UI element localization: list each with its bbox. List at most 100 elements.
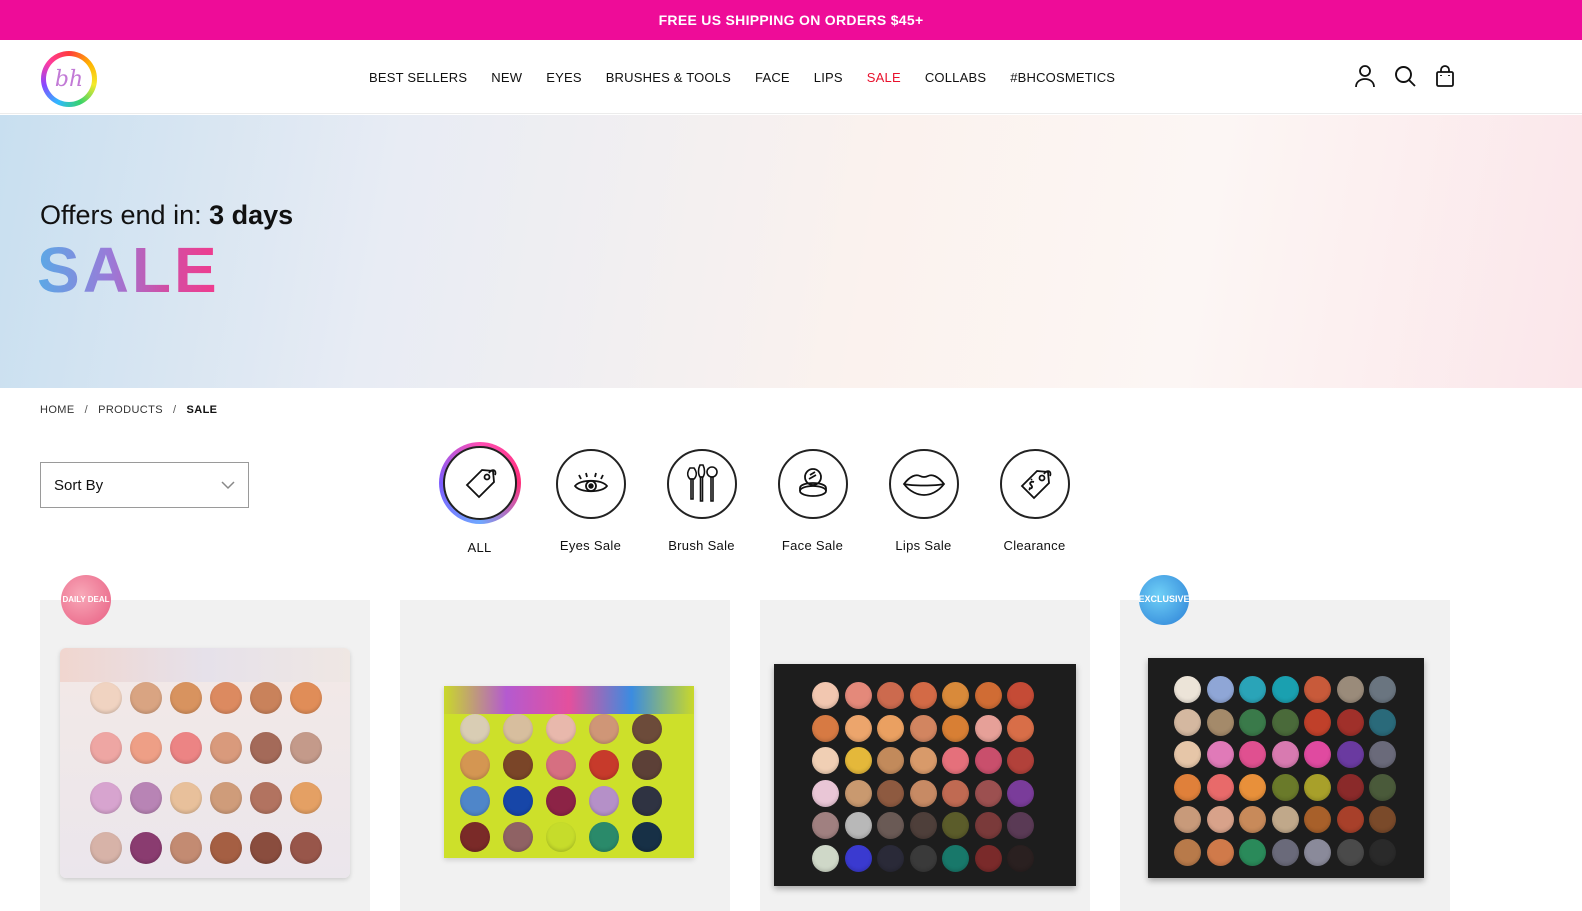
- eyeshadow-pan: [1174, 838, 1201, 866]
- eyeshadow-pan: [812, 714, 839, 742]
- nav-new[interactable]: NEW: [491, 70, 522, 85]
- brushes-icon: [666, 449, 737, 519]
- category-selected-ring: [438, 442, 521, 524]
- eyeshadow-pan: [1271, 708, 1299, 736]
- eyeshadow-pan: [974, 747, 1002, 774]
- breadcrumb-separator: /: [173, 404, 177, 416]
- eyeshadow-pan: [632, 786, 662, 816]
- daily-deal-badge: DAILY DEAL: [61, 575, 111, 625]
- eyeshadow-pan: [589, 750, 619, 780]
- eyeshadow-pan: [1174, 708, 1201, 736]
- breadcrumb: HOME / PRODUCTS / SALE: [40, 404, 217, 416]
- eyeshadow-pan: [1369, 676, 1396, 703]
- eyeshadow-pan: [290, 682, 322, 714]
- nav-best-sellers[interactable]: BEST SELLERS: [369, 70, 467, 85]
- eyeshadow-pan: [170, 832, 202, 864]
- eyeshadow-pan: [1206, 773, 1234, 801]
- eyeshadow-pan: [1206, 806, 1234, 833]
- category-label: ALL: [467, 540, 492, 555]
- eyeshadow-pan: [877, 779, 904, 807]
- eyeshadow-pan: [942, 844, 969, 872]
- eyeshadow-pan: [589, 822, 619, 852]
- eyeshadow-pan: [503, 822, 533, 852]
- eyeshadow-pan: [812, 812, 839, 839]
- sort-by-dropdown[interactable]: Sort By: [40, 462, 249, 508]
- category-all[interactable]: ALL: [424, 442, 535, 555]
- product-card[interactable]: [40, 600, 370, 911]
- category-clearance[interactable]: Clearance: [979, 442, 1090, 555]
- compact-icon: [777, 449, 848, 519]
- lips-icon: [888, 449, 959, 519]
- nav-brushes-tools[interactable]: BRUSHES & TOOLS: [606, 70, 731, 85]
- eyeshadow-pan: [589, 786, 619, 816]
- eyeshadow-pan: [1007, 812, 1034, 839]
- eyeshadow-pan: [909, 812, 937, 839]
- breadcrumb-products[interactable]: PRODUCTS: [98, 404, 163, 416]
- breadcrumb-home[interactable]: HOME: [40, 404, 75, 416]
- eyeshadow-pan: [1304, 838, 1331, 866]
- eyeshadow-pan: [290, 832, 322, 864]
- eyeshadow-pan: [546, 714, 576, 744]
- category-label: Face Sale: [781, 538, 844, 553]
- eyeshadow-pan: [844, 779, 872, 807]
- eyeshadow-pan: [1174, 676, 1201, 703]
- nav-face[interactable]: FACE: [755, 70, 790, 85]
- eyeshadow-pan: [170, 682, 202, 714]
- eyeshadow-pan: [460, 822, 490, 852]
- nav-eyes[interactable]: EYES: [546, 70, 581, 85]
- promo-text: FREE US SHIPPING ON ORDERS $45+: [658, 12, 924, 28]
- eyeshadow-pan: [1336, 708, 1364, 736]
- nav-sale[interactable]: SALE: [867, 70, 901, 85]
- eyeshadow-pan: [877, 682, 904, 709]
- category-face-sale[interactable]: Face Sale: [757, 442, 868, 555]
- eyeshadow-pan: [1239, 838, 1266, 866]
- eyeshadow-pan: [1369, 806, 1396, 833]
- search-icon[interactable]: [1393, 63, 1417, 89]
- daily-deal-badge-text: DAILY DEAL: [62, 594, 110, 604]
- eyeshadow-pan: [877, 844, 904, 872]
- eyeshadow-pan: [632, 822, 662, 852]
- eyeshadow-pan: [503, 786, 533, 816]
- eyeshadow-pan: [1206, 708, 1234, 736]
- category-label: Eyes Sale: [559, 538, 622, 553]
- eyeshadow-pan: [210, 832, 242, 864]
- eyeshadow-pan: [130, 832, 162, 864]
- eyeshadow-pan: [844, 812, 872, 839]
- product-card[interactable]: [760, 600, 1090, 911]
- account-icon[interactable]: [1353, 63, 1377, 89]
- eyeshadow-pan: [546, 750, 576, 780]
- eyeshadow-pan: [909, 714, 937, 742]
- eyeshadow-pan: [942, 747, 969, 774]
- category-lips-sale[interactable]: Lips Sale: [868, 442, 979, 555]
- category-brush-sale[interactable]: Brush Sale: [646, 442, 757, 555]
- dollar-tag-icon: [999, 449, 1070, 519]
- eyeshadow-pan: [974, 682, 1002, 709]
- eyeshadow-pan: [974, 779, 1002, 807]
- eye-icon: [555, 449, 626, 519]
- nav-bhcosmetics[interactable]: #BHCOSMETICS: [1010, 70, 1115, 85]
- category-eyes-sale[interactable]: Eyes Sale: [535, 442, 646, 555]
- brand-logo[interactable]: bh: [41, 51, 97, 107]
- eyeshadow-pan: [632, 750, 662, 780]
- eyeshadow-pan: [844, 747, 872, 774]
- nav-collabs[interactable]: COLLABS: [925, 70, 986, 85]
- chevron-down-icon: [221, 477, 235, 494]
- eyeshadow-pan: [130, 782, 162, 814]
- eyeshadow-pan: [1271, 838, 1299, 866]
- eyeshadow-pan: [812, 747, 839, 774]
- eyeshadow-pan: [974, 844, 1002, 872]
- nav-lips[interactable]: LIPS: [814, 70, 843, 85]
- eyeshadow-pan: [877, 714, 904, 742]
- product-card[interactable]: [1120, 600, 1450, 911]
- eyeshadow-pan: [1007, 779, 1034, 807]
- eyeshadow-pan: [460, 786, 490, 816]
- eyeshadow-pan: [546, 786, 576, 816]
- bag-icon[interactable]: [1433, 63, 1457, 89]
- product-card[interactable]: [400, 600, 730, 911]
- eyeshadow-pan: [942, 682, 969, 709]
- eyeshadow-pan: [250, 832, 282, 864]
- eyeshadow-pan: [130, 682, 162, 714]
- eyeshadow-pan: [909, 682, 937, 709]
- exclusive-badge: EXCLUSIVE: [1139, 575, 1190, 625]
- logo-text: bh: [46, 56, 92, 102]
